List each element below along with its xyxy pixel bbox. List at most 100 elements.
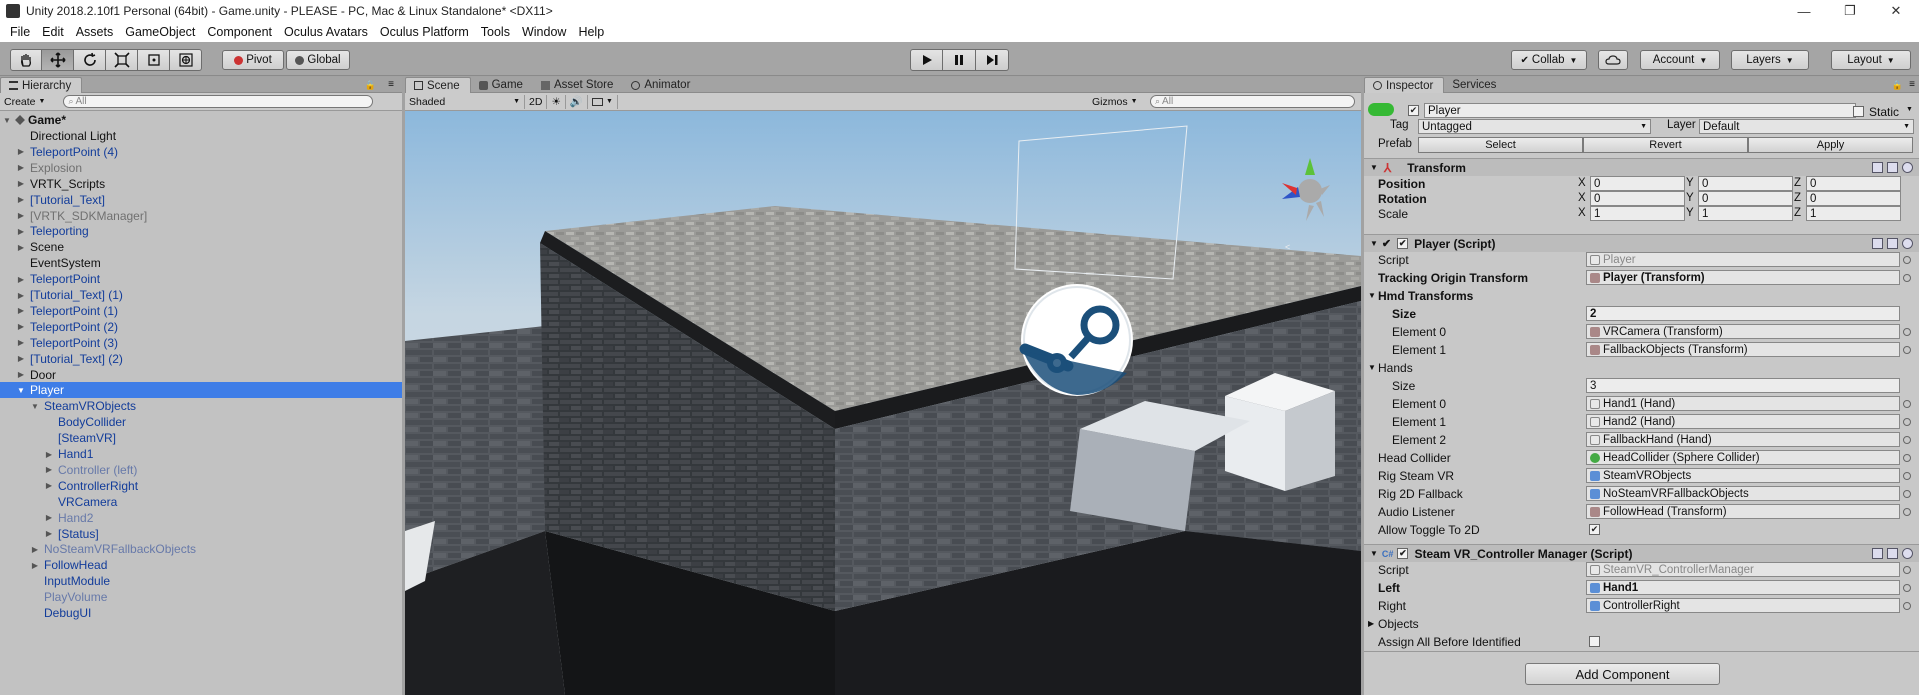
menu-tools[interactable]: Tools — [475, 25, 516, 39]
hierarchy-item[interactable]: InputModule — [0, 573, 402, 589]
collapse-arrow-icon[interactable]: ▶ — [16, 354, 26, 363]
tab-scene[interactable]: Scene — [405, 77, 471, 93]
rig-2d-fallback-field[interactable]: NoSteamVRFallbackObjects — [1586, 486, 1900, 501]
scene-root-row[interactable]: ▼ Game* — [0, 112, 402, 128]
transform-header[interactable]: ▼ ⅄ Transform — [1364, 158, 1919, 176]
allow-toggle-2d-checkbox[interactable]: ✔ — [1589, 524, 1600, 535]
hierarchy-item[interactable]: VRCamera — [0, 494, 402, 510]
cm-objects-foldout-icon[interactable]: ▶ — [1368, 619, 1374, 628]
effects-dropdown[interactable]: ▼ — [588, 94, 618, 109]
layer-dropdown[interactable]: Default ▼ — [1699, 119, 1914, 134]
preset-icon[interactable] — [1887, 548, 1898, 559]
menu-assets[interactable]: Assets — [70, 25, 120, 39]
scale-y-input[interactable]: 1 — [1698, 206, 1793, 221]
head-collider-field[interactable]: HeadCollider (Sphere Collider) — [1586, 450, 1900, 465]
rotation-x-input[interactable]: 0 — [1590, 191, 1685, 206]
collapse-arrow-icon[interactable]: ▶ — [16, 195, 26, 204]
hierarchy-item[interactable]: ▶ TeleportPoint (3) — [0, 335, 402, 351]
collapse-arrow-icon[interactable]: ▶ — [16, 291, 26, 300]
hands-size-field[interactable]: 3 — [1586, 378, 1900, 393]
minimize-button[interactable]: — — [1781, 0, 1827, 22]
hierarchy-item[interactable]: ▶ Scene — [0, 239, 402, 255]
prefab-apply-button[interactable]: Apply — [1748, 137, 1913, 153]
object-picker-icon[interactable] — [1903, 490, 1911, 498]
collapse-arrow-icon[interactable]: ▶ — [44, 465, 54, 474]
menu-oculus-avatars[interactable]: Oculus Avatars — [278, 25, 374, 39]
hmd-element-1-field[interactable]: FallbackObjects (Transform) — [1586, 342, 1900, 357]
player-script-header[interactable]: ▼ ✔ ✔ Player (Script) — [1364, 234, 1919, 252]
hierarchy-item[interactable]: DebugUI — [0, 605, 402, 621]
object-picker-icon[interactable] — [1903, 418, 1911, 426]
controller-manager-enabled-checkbox[interactable]: ✔ — [1397, 548, 1409, 559]
rotation-y-input[interactable]: 0 — [1698, 191, 1793, 206]
collapse-arrow-icon[interactable]: ▶ — [16, 179, 26, 188]
hierarchy-item[interactable]: ▶ Hand2 — [0, 510, 402, 526]
hierarchy-item[interactable]: ▶ NoSteamVRFallbackObjects — [0, 541, 402, 557]
hierarchy-item[interactable]: ▼ SteamVRObjects — [0, 398, 402, 414]
hierarchy-search-input[interactable]: ⌕ All — [63, 95, 374, 108]
play-button[interactable] — [910, 49, 943, 71]
hierarchy-item[interactable]: BodyCollider — [0, 414, 402, 430]
object-picker-icon[interactable] — [1903, 454, 1911, 462]
collapse-arrow-icon[interactable]: ▶ — [16, 275, 26, 284]
2d-toggle[interactable]: 2D — [525, 94, 548, 109]
rig-steam-vr-field[interactable]: SteamVRObjects — [1586, 468, 1900, 483]
help-book-icon[interactable] — [1872, 548, 1883, 559]
player-script-enabled-checkbox[interactable]: ✔ — [1397, 238, 1409, 249]
menu-gameobject[interactable]: GameObject — [119, 25, 201, 39]
preset-icon[interactable] — [1887, 238, 1898, 249]
position-z-input[interactable]: 0 — [1806, 176, 1901, 191]
cm-assign-all-checkbox[interactable] — [1589, 636, 1600, 647]
cloud-button[interactable] — [1598, 50, 1628, 70]
menu-oculus-platform[interactable]: Oculus Platform — [374, 25, 475, 39]
collapse-arrow-icon[interactable]: ▶ — [30, 561, 40, 570]
object-name-input[interactable]: Player — [1424, 103, 1856, 118]
collapse-arrow-icon[interactable]: ▼ — [1370, 549, 1378, 558]
tag-dropdown[interactable]: Untagged ▼ — [1418, 119, 1651, 134]
hierarchy-item[interactable]: ▶ TeleportPoint (2) — [0, 319, 402, 335]
hierarchy-item[interactable]: [SteamVR] — [0, 430, 402, 446]
hmd-transforms-foldout-icon[interactable]: ▼ — [1368, 291, 1376, 300]
hierarchy-item[interactable]: Directional Light — [0, 128, 402, 144]
object-picker-icon[interactable] — [1903, 274, 1911, 282]
pivot-toggle[interactable]: Pivot — [222, 50, 284, 70]
hierarchy-item[interactable]: ▶ FollowHead — [0, 557, 402, 573]
layout-dropdown[interactable]: Layout ▼ — [1831, 50, 1911, 70]
collapse-arrow-icon[interactable]: ▶ — [30, 545, 40, 554]
lock-icon[interactable]: 🔒 — [1892, 80, 1903, 91]
audio-listener-field[interactable]: FollowHead (Transform) — [1586, 504, 1900, 519]
maximize-button[interactable]: ❐ — [1827, 0, 1873, 22]
caret-down-icon[interactable]: ▼ — [1906, 106, 1913, 113]
tab-hierarchy[interactable]: Hierarchy — [0, 77, 83, 93]
collapse-arrow-icon[interactable]: ▶ — [16, 227, 26, 236]
rotation-z-input[interactable]: 0 — [1806, 191, 1901, 206]
create-dropdown[interactable]: Create ▼ — [0, 95, 49, 109]
object-picker-icon[interactable] — [1903, 328, 1911, 336]
close-button[interactable]: ✕ — [1873, 0, 1919, 22]
collapse-arrow-icon[interactable]: ▶ — [16, 338, 26, 347]
hmd-element-0-field[interactable]: VRCamera (Transform) — [1586, 324, 1900, 339]
hierarchy-item[interactable]: ▶ [Tutorial_Text] (1) — [0, 287, 402, 303]
collapse-arrow-icon[interactable]: ▶ — [16, 370, 26, 379]
scale-z-input[interactable]: 1 — [1806, 206, 1901, 221]
rotate-tool-button[interactable] — [74, 49, 106, 71]
object-picker-icon[interactable] — [1903, 508, 1911, 516]
account-dropdown[interactable]: Account ▼ — [1640, 50, 1720, 70]
gameobject-icon[interactable] — [1368, 103, 1394, 116]
pause-button[interactable] — [943, 49, 976, 71]
hierarchy-item[interactable]: ▶ TeleportPoint (1) — [0, 303, 402, 319]
menu-file[interactable]: File — [4, 25, 36, 39]
prefab-select-button[interactable]: Select — [1418, 137, 1583, 153]
collapse-arrow-icon[interactable]: ▶ — [16, 322, 26, 331]
object-picker-icon[interactable] — [1903, 346, 1911, 354]
gear-icon[interactable] — [1902, 548, 1913, 559]
hierarchy-item[interactable]: ▶ [Tutorial_Text] (2) — [0, 351, 402, 367]
hands-element-1-field[interactable]: Hand2 (Hand) — [1586, 414, 1900, 429]
collapse-arrow-icon[interactable]: ▶ — [16, 211, 26, 220]
move-tool-button[interactable] — [42, 49, 74, 71]
tracking-origin-field[interactable]: Player (Transform) — [1586, 270, 1900, 285]
hierarchy-item[interactable]: ▶ TeleportPoint — [0, 271, 402, 287]
hierarchy-item[interactable]: ▶ [Status] — [0, 526, 402, 542]
object-picker-icon[interactable] — [1903, 566, 1911, 574]
menu-window[interactable]: Window — [516, 25, 572, 39]
